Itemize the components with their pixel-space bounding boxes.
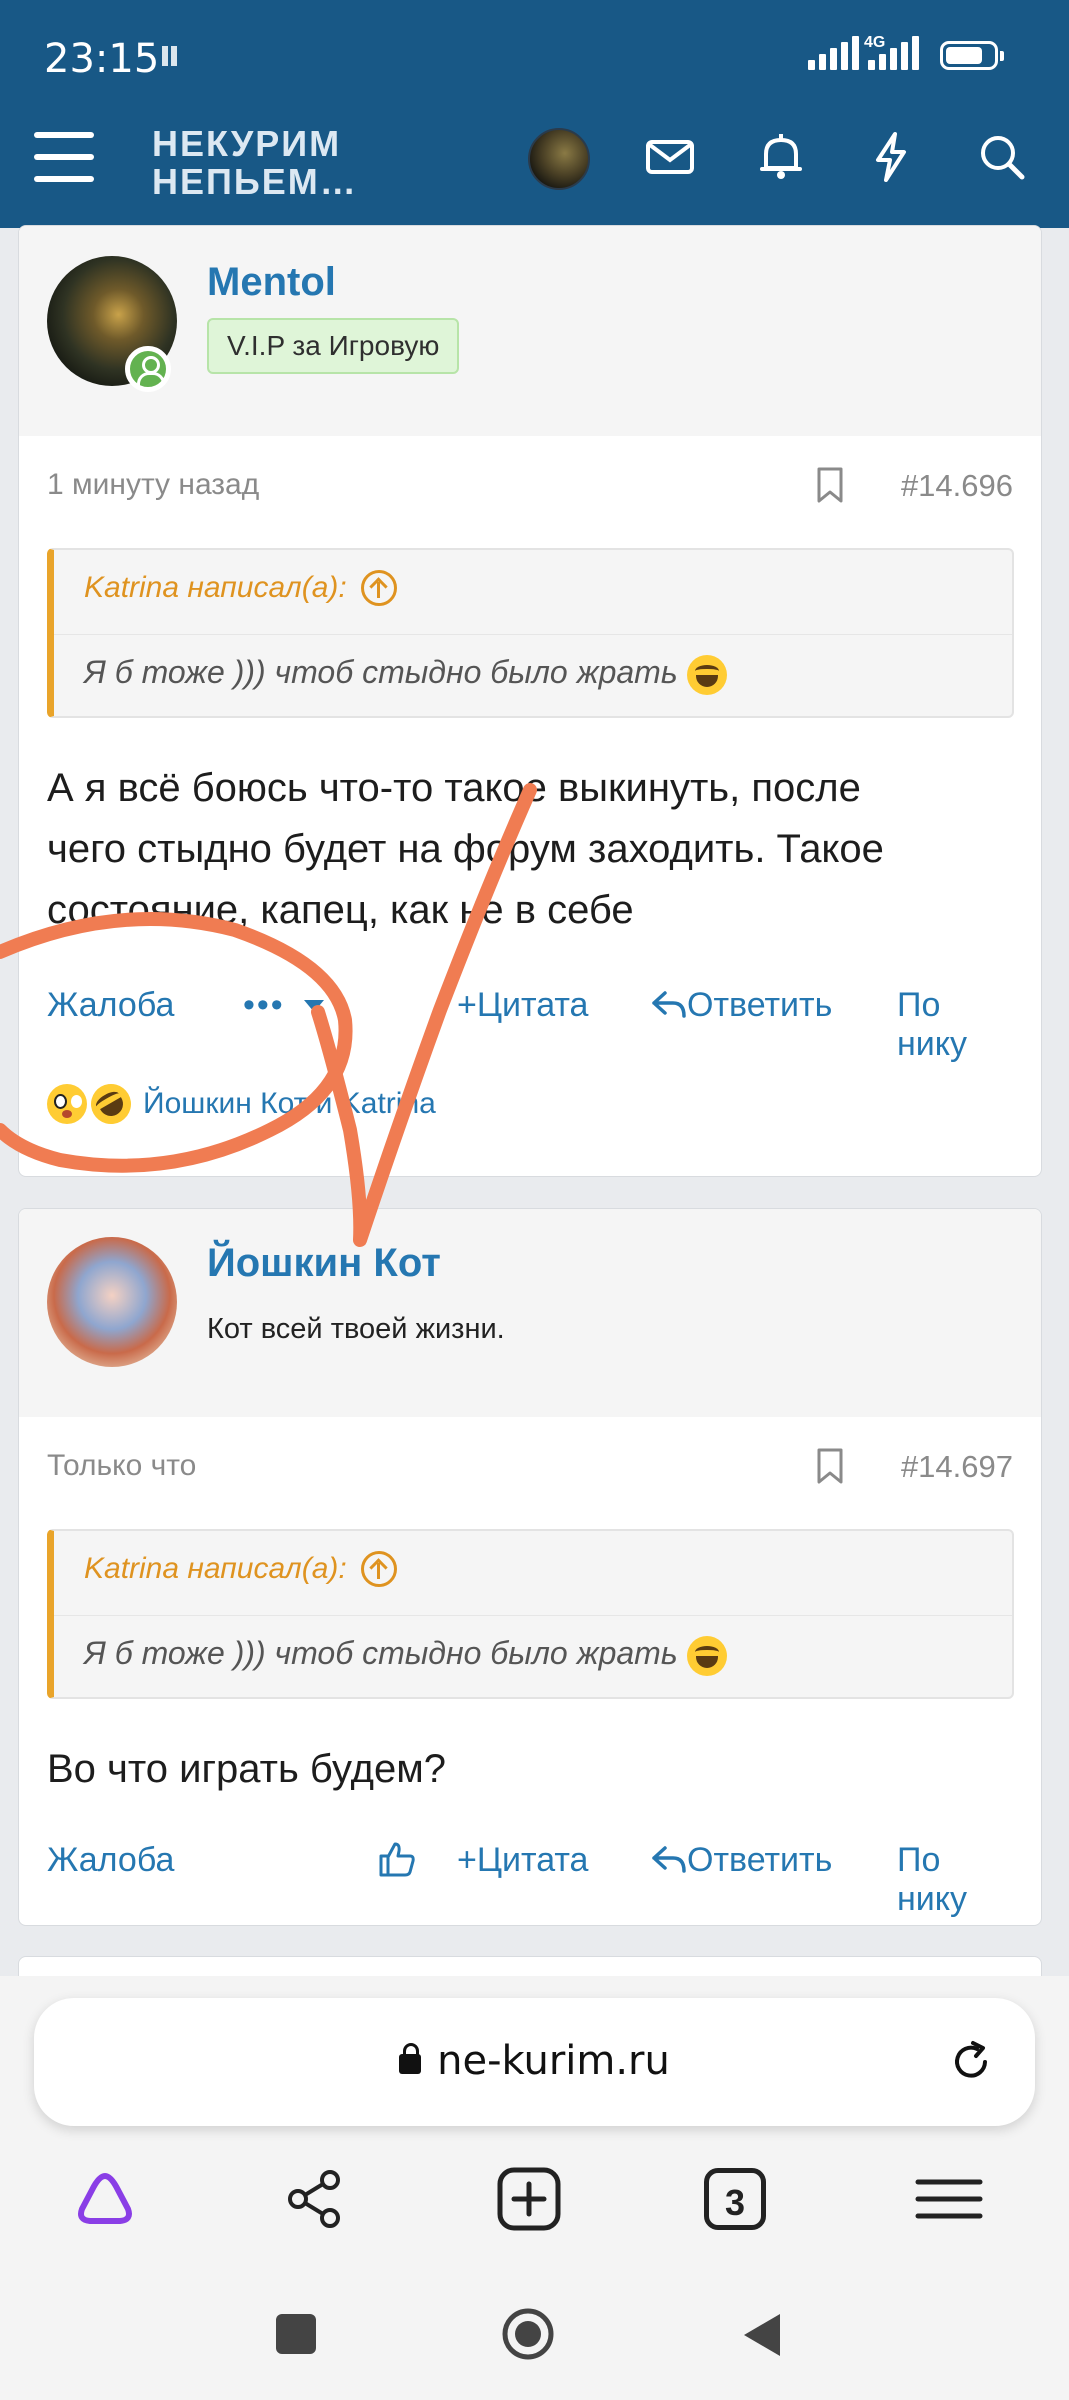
alice-assistant-icon[interactable] [70, 2164, 140, 2234]
status-bar: 23:15 4G [0, 0, 1069, 115]
reply-icon [652, 991, 686, 1018]
tabs-count-button[interactable]: 3 [704, 2168, 766, 2230]
recent-apps-button[interactable] [276, 2314, 316, 2354]
quote-divider [54, 1615, 1012, 1616]
site-logo[interactable]: НЕКУРИМ НЕПЬЕМ… [152, 125, 358, 201]
post-time[interactable]: 1 минуту назад [47, 468, 259, 502]
quote-block: Katrina написал(а): Я б тоже ))) чтоб ст… [47, 548, 1014, 718]
logo-line-2: НЕПЬЕМ… [152, 161, 358, 202]
plus-icon: + [457, 986, 477, 1024]
by-nick-link[interactable]: По нику [897, 986, 1015, 1064]
message-line: чего стыдно будет на форум заходить. Так… [47, 827, 884, 871]
lock-icon [399, 2043, 422, 2074]
quote-text-content: Я б тоже ))) чтоб стыдно было жрать [84, 654, 678, 690]
mail-icon[interactable] [643, 130, 697, 184]
message-line: Во что играть будем? [47, 1747, 446, 1791]
post-user-block: Mentol V.I.P за Игровую [19, 226, 1041, 436]
quote-button[interactable]: +Цитата [457, 1841, 588, 1880]
bookmark-icon[interactable] [815, 466, 845, 504]
quote-text: Я б тоже ))) чтоб стыдно было жрать [84, 654, 727, 695]
quote-author[interactable]: Katrina написал(а): [84, 1551, 397, 1587]
url-display[interactable]: ne-kurim.ru [34, 2038, 1035, 2084]
flushed-emoji-icon [47, 1084, 87, 1124]
by-nick-link[interactable]: По нику [897, 1841, 1015, 1919]
arrow-up-circle-icon[interactable] [360, 1551, 397, 1587]
message-line: состояние, капец, как не в себе [47, 888, 634, 932]
avatar[interactable] [528, 128, 590, 190]
avatar[interactable] [47, 1237, 177, 1367]
logo-line-1: НЕКУРИМ [152, 123, 342, 164]
reply-button[interactable]: Ответить [651, 986, 832, 1025]
battery-icon [940, 41, 1004, 70]
report-link[interactable]: Жалоба [47, 986, 174, 1025]
post-14697: Йошкин Кот Кот всей твоей жизни. Только … [18, 1208, 1042, 1926]
post-time[interactable]: Только что [47, 1449, 196, 1483]
url-text: ne-kurim.ru [437, 2038, 670, 2084]
bookmark-icon[interactable] [815, 1447, 845, 1485]
report-link[interactable]: Жалоба [47, 1841, 174, 1880]
quote-text-content: Я б тоже ))) чтоб стыдно было жрать [84, 1635, 678, 1671]
share-icon[interactable] [280, 2164, 350, 2234]
rofl-emoji-icon [83, 1076, 139, 1132]
quote-label: Цитата [476, 986, 589, 1024]
back-button[interactable] [740, 2310, 784, 2360]
message-line: А я всё боюсь что-то такое выкинуть, пос… [47, 766, 861, 810]
post-number[interactable]: #14.696 [901, 468, 1013, 504]
post-message: А я всё боюсь что-то такое выкинуть, пос… [47, 758, 884, 941]
quote-author-text: Katrina написал(а): [84, 571, 347, 604]
more-options-button[interactable]: ••• [243, 986, 325, 1025]
like-icon[interactable] [377, 1839, 417, 1879]
search-icon[interactable] [975, 130, 1029, 184]
arrow-up-circle-icon[interactable] [360, 570, 397, 606]
more-dots: ••• [243, 986, 285, 1024]
status-time: 23:15 [44, 36, 160, 82]
reply-button[interactable]: Ответить [651, 1841, 832, 1880]
joy-emoji-icon [686, 1635, 727, 1676]
lightning-icon[interactable] [864, 130, 918, 184]
post-actions: Жалоба +Цитата Ответить По нику [47, 1839, 1015, 1918]
user-title: Кот всей твоей жизни. [207, 1313, 505, 1345]
reactions-users: Йошкин Кот и Katrina [143, 1087, 436, 1120]
reply-icon [652, 1846, 686, 1873]
post-14696: Mentol V.I.P за Игровую 1 минуту назад #… [18, 225, 1042, 1177]
username[interactable]: Йошкин Кот [207, 1241, 441, 1286]
quote-label: Цитата [476, 1841, 589, 1879]
post-actions: Жалоба ••• +Цитата Ответить По нику [47, 986, 1015, 1063]
reply-label: Ответить [687, 1841, 833, 1879]
reload-icon[interactable] [947, 2038, 995, 2086]
menu-icon[interactable] [34, 132, 94, 182]
user-badge: V.I.P за Игровую [207, 318, 460, 374]
quote-author[interactable]: Katrina написал(а): [84, 570, 397, 606]
pause-indicator-icon [162, 46, 180, 66]
reply-label: Ответить [687, 986, 833, 1024]
home-button[interactable] [500, 2306, 556, 2362]
online-status-icon [125, 346, 171, 392]
quote-button[interactable]: +Цитата [457, 986, 588, 1025]
address-bar[interactable]: ne-kurim.ru [34, 1998, 1035, 2126]
browser-menu-icon[interactable] [914, 2164, 984, 2234]
app-header: 23:15 4G НЕКУРИМ НЕПЬЕМ… [0, 0, 1069, 228]
post-user-block: Йошкин Кот Кот всей твоей жизни. [19, 1209, 1041, 1417]
signal-icon-2 [868, 36, 919, 70]
post-message: Во что играть будем? [47, 1739, 446, 1800]
post-number[interactable]: #14.697 [901, 1449, 1013, 1485]
browser-bar: ne-kurim.ru 3 [0, 1976, 1069, 2400]
quote-block: Katrina написал(а): Я б тоже ))) чтоб ст… [47, 1529, 1014, 1699]
quote-divider [54, 634, 1012, 635]
username[interactable]: Mentol [207, 260, 336, 305]
joy-emoji-icon [686, 654, 727, 695]
bell-icon[interactable] [754, 130, 808, 184]
chevron-down-icon [304, 1000, 325, 1012]
plus-icon: + [457, 1841, 477, 1879]
quote-text: Я б тоже ))) чтоб стыдно было жрать [84, 1635, 727, 1676]
quote-author-text: Katrina написал(а): [84, 1552, 347, 1585]
signal-icon [808, 36, 859, 70]
tabs-count: 3 [724, 2182, 746, 2223]
reactions-summary[interactable]: Йошкин Кот и Katrina [47, 1076, 436, 1132]
new-tab-icon[interactable] [494, 2164, 564, 2234]
